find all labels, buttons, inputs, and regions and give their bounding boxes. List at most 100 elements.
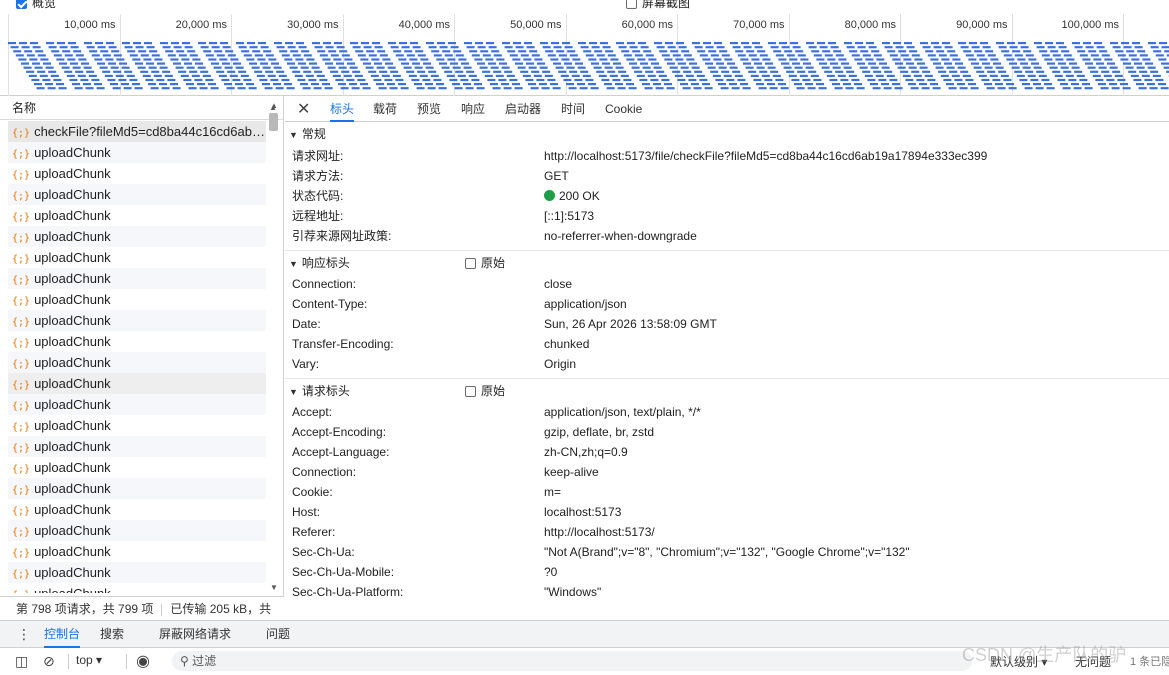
request-bar [138, 50, 147, 53]
header-value[interactable]: Origin [544, 354, 576, 374]
request-bar [951, 74, 960, 77]
header-value[interactable]: application/json, text/plain, */* [544, 402, 701, 422]
section-response-headers[interactable]: ▼ 响应标头 原始 [285, 250, 1169, 274]
header-value[interactable]: ?0 [544, 562, 557, 582]
tab-4[interactable]: 启动器 [505, 96, 541, 122]
request-bar [1049, 66, 1058, 69]
header-value[interactable]: "Windows" [544, 582, 601, 602]
request-row[interactable]: {;}uploadChunk [8, 247, 266, 268]
scroll-up-icon[interactable]: ▲ [270, 101, 278, 110]
scroll-down-icon[interactable]: ▼ [270, 583, 278, 592]
request-row[interactable]: {;} checkFile?fileMd5=cd8ba44c16cd6ab1... [8, 121, 266, 142]
request-bar [902, 74, 911, 77]
request-bar [343, 74, 352, 77]
raw-checkbox[interactable]: 原始 [465, 379, 505, 403]
header-value[interactable]: gzip, deflate, br, zstd [544, 422, 654, 442]
section-general[interactable]: ▼ 常规 [285, 122, 1169, 146]
request-row[interactable]: {;}uploadChunk [8, 394, 266, 415]
header-value[interactable]: keep-alive [544, 462, 599, 482]
request-row[interactable]: {;}uploadChunk [8, 184, 266, 205]
request-bar [791, 78, 800, 82]
request-row[interactable]: {;}uploadChunk [8, 562, 266, 583]
header-value[interactable]: Sun, 26 Apr 2026 13:58:09 GMT [544, 314, 717, 334]
tab-6[interactable]: Cookie [605, 96, 642, 122]
tab-3[interactable]: 响应 [461, 96, 485, 122]
clear-console-icon[interactable]: ⊘ [43, 653, 55, 670]
request-row[interactable]: {;}uploadChunk [8, 583, 266, 593]
request-bar [170, 58, 179, 61]
request-row[interactable]: {;}uploadChunk [8, 226, 266, 247]
request-row[interactable]: {;}uploadChunk [8, 520, 266, 541]
header-value[interactable]: http://localhost:5173/file/checkFile?fil… [544, 146, 987, 166]
column-header-name[interactable]: 名称 ▲ [0, 96, 283, 120]
drawer-tab-0[interactable]: 控制台 [44, 621, 81, 648]
request-row[interactable]: {;}uploadChunk [8, 436, 266, 457]
header-value[interactable]: "Not A(Brand";v="8", "Chromium";v="132",… [544, 542, 910, 562]
request-name: uploadChunk [34, 229, 111, 244]
request-bar [265, 54, 274, 57]
raw-checkbox[interactable]: 原始 [465, 251, 505, 275]
sidebar-toggle-icon[interactable]: ◫ [15, 653, 28, 670]
request-row[interactable]: {;}uploadChunk [8, 310, 266, 331]
collapse-triangle-icon[interactable]: ▼ [289, 130, 298, 140]
request-row[interactable]: {;}uploadChunk [8, 457, 266, 478]
overview-checkbox[interactable]: 概览 [16, 0, 56, 11]
screenshots-checkbox[interactable]: 屏幕截图 [626, 0, 690, 11]
request-bar [466, 46, 475, 49]
close-icon[interactable]: ✕ [297, 99, 310, 119]
request-row[interactable]: {;}uploadChunk [8, 331, 266, 352]
drawer-tab-2[interactable]: 屏蔽网络请求 [159, 621, 231, 648]
checkbox-icon[interactable] [465, 258, 476, 270]
request-row[interactable]: {;}uploadChunk [8, 541, 266, 562]
request-row[interactable]: {;}uploadChunk [8, 289, 266, 310]
request-row[interactable]: {;}uploadChunk [8, 268, 266, 289]
request-row[interactable]: {;}uploadChunk [8, 478, 266, 499]
request-row[interactable]: {;}uploadChunk [8, 205, 266, 226]
tab-2[interactable]: 预览 [417, 96, 441, 122]
request-row[interactable]: {;}uploadChunk [8, 373, 266, 394]
request-bar [938, 70, 947, 73]
header-value[interactable]: close [544, 274, 572, 294]
request-row[interactable]: {;}uploadChunk [8, 415, 266, 436]
header-value[interactable]: m= [544, 482, 561, 502]
collapse-triangle-icon[interactable]: ▼ [289, 259, 298, 269]
tab-0[interactable]: 标头 [330, 96, 355, 122]
eye-icon[interactable]: ◉ [136, 651, 150, 671]
tab-1[interactable]: 载荷 [373, 96, 397, 122]
more-options-icon[interactable]: ⋮ [17, 626, 31, 643]
header-value[interactable]: chunked [544, 334, 589, 354]
request-bar [285, 42, 293, 45]
timeline-overview[interactable]: 概览 屏幕截图 10,000 ms 20,000 ms 30,000 ms 40,00… [0, 0, 1169, 96]
header-value[interactable]: localhost:5173 [544, 502, 621, 522]
request-bar [626, 83, 634, 86]
request-row[interactable]: {;}uploadChunk [8, 352, 266, 373]
section-request-headers[interactable]: ▼ 请求标头 原始 [285, 378, 1169, 402]
checkbox-icon[interactable] [16, 0, 27, 10]
collapse-triangle-icon[interactable]: ▼ [289, 387, 298, 397]
request-bar [639, 78, 648, 82]
request-bar [751, 58, 760, 61]
scrollbar-thumb[interactable] [269, 113, 278, 131]
request-row[interactable]: {;}uploadChunk [8, 163, 266, 184]
header-value[interactable]: application/json [544, 294, 627, 314]
header-value[interactable]: no-referrer-when-downgrade [544, 226, 697, 246]
header-value[interactable]: GET [544, 166, 569, 186]
drawer-tab-1[interactable]: 搜索 [100, 621, 124, 648]
header-value[interactable]: [::1]:5173 [544, 206, 594, 226]
context-select[interactable]: top ▾ [76, 653, 102, 667]
checkbox-icon[interactable] [465, 386, 476, 398]
header-value[interactable]: http://localhost:5173/ [544, 522, 655, 542]
request-bar [957, 66, 966, 69]
checkbox-icon[interactable] [626, 0, 637, 10]
header-value[interactable]: zh-CN,zh;q=0.9 [544, 442, 628, 462]
filter-input[interactable]: ⚲ 过滤 [172, 651, 972, 671]
list-scrollbar[interactable]: ▲ ▼ [267, 96, 280, 592]
request-bar [946, 66, 955, 69]
request-bar [547, 78, 556, 82]
tab-5[interactable]: 时间 [561, 96, 585, 122]
request-row[interactable]: {;}uploadChunk [8, 499, 266, 520]
request-row[interactable]: {;}uploadChunk [8, 142, 266, 163]
drawer-tab-3[interactable]: 问题 [266, 621, 290, 648]
request-bar [314, 46, 323, 49]
header-value[interactable]: 200 OK [544, 186, 600, 206]
